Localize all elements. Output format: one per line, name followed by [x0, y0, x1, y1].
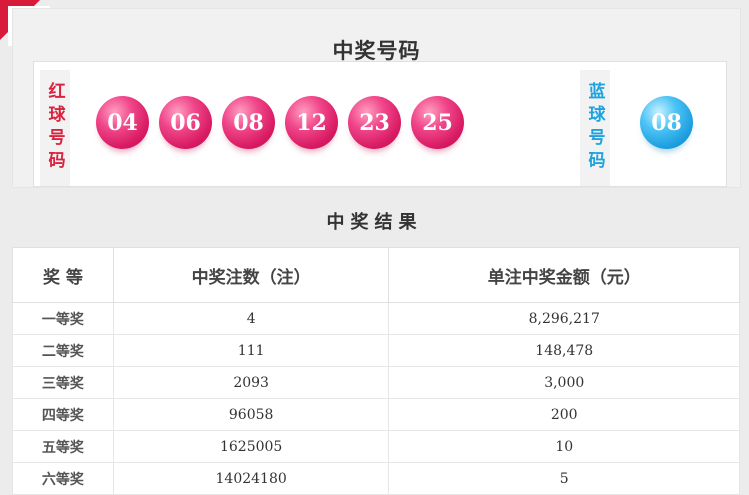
prize-table: 奖 等 中奖注数（注） 单注中奖金额（元） 一等奖 4 8,296,217 二等…: [12, 247, 740, 495]
prize-amount: 5: [388, 462, 740, 495]
column-header-amount: 单注中奖金额（元）: [388, 247, 740, 303]
winning-numbers-panel: 中奖号码 红球号码 04 06 08 12 23 25 蓝球号码 08: [12, 8, 741, 188]
winner-count: 4: [112, 302, 390, 335]
prize-amount: 10: [388, 430, 740, 463]
table-row: 三等奖 2093 3,000: [12, 366, 740, 399]
red-ball-label: 红球号码: [44, 82, 65, 174]
prize-amount: 8,296,217: [388, 302, 740, 335]
blue-ball-label-box: 蓝球号码: [580, 70, 610, 186]
blue-ball: 08: [640, 96, 693, 149]
prize-amount: 3,000: [388, 366, 740, 399]
red-ball: 12: [285, 96, 338, 149]
table-row: 六等奖 14024180 5: [12, 462, 740, 495]
column-header-count: 中奖注数（注）: [112, 247, 390, 303]
winner-count: 14024180: [112, 462, 390, 495]
prize-level: 一等奖: [12, 302, 114, 335]
prize-amount: 200: [388, 398, 740, 431]
red-ball: 25: [411, 96, 464, 149]
table-row: 五等奖 1625005 10: [12, 430, 740, 463]
winner-count: 2093: [112, 366, 390, 399]
prize-amount: 148,478: [388, 334, 740, 367]
prize-level: 五等奖: [12, 430, 114, 463]
balls-container: 红球号码 04 06 08 12 23 25 蓝球号码 08: [33, 61, 727, 187]
table-row: 四等奖 96058 200: [12, 398, 740, 431]
winner-count: 96058: [112, 398, 390, 431]
red-ball: 04: [96, 96, 149, 149]
table-row: 二等奖 111 148,478: [12, 334, 740, 367]
red-ball: 06: [159, 96, 212, 149]
prize-level: 四等奖: [12, 398, 114, 431]
winner-count: 1625005: [112, 430, 390, 463]
blue-ball-label: 蓝球号码: [584, 82, 605, 174]
prize-level: 三等奖: [12, 366, 114, 399]
table-row: 一等奖 4 8,296,217: [12, 302, 740, 335]
column-header-level: 奖 等: [12, 247, 114, 303]
winner-count: 111: [112, 334, 390, 367]
red-ball-label-box: 红球号码: [40, 70, 70, 186]
prize-level: 二等奖: [12, 334, 114, 367]
red-ball: 08: [222, 96, 275, 149]
table-header-row: 奖 等 中奖注数（注） 单注中奖金额（元）: [12, 247, 740, 303]
red-ball: 23: [348, 96, 401, 149]
prize-level: 六等奖: [12, 462, 114, 495]
results-title: 中奖结果: [326, 212, 423, 233]
